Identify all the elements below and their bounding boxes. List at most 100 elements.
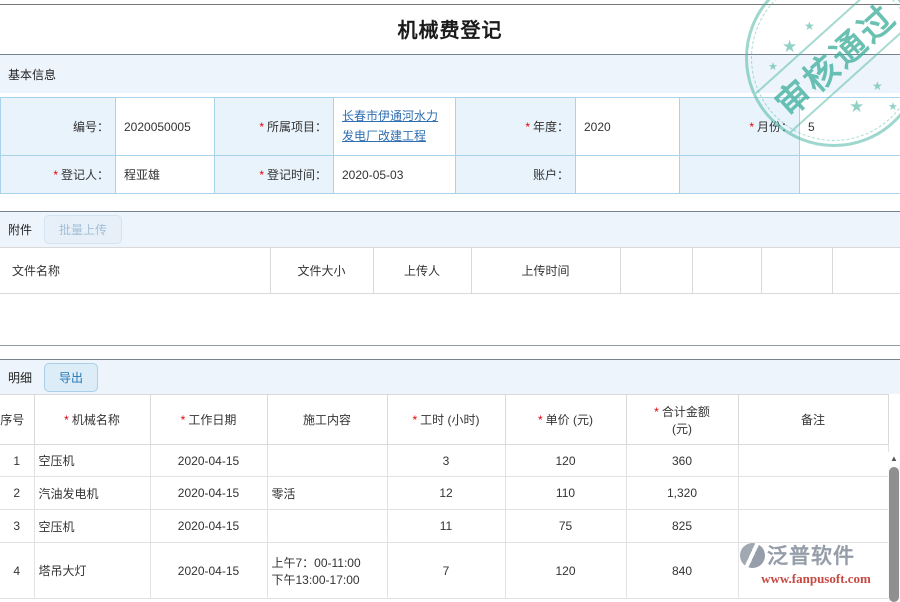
cell-workdate: 2020-04-15: [150, 543, 267, 599]
col-workdate-label: 工作日期: [188, 413, 236, 427]
cell-machine: 空压机: [34, 510, 150, 543]
cell-workdate: 2020-04-15: [150, 477, 267, 510]
attach-header-empty: [761, 248, 832, 294]
col-index: 序号: [0, 395, 34, 445]
number-label: 编号：: [73, 120, 109, 134]
export-button[interactable]: 导出: [44, 363, 98, 392]
attachments-section: 附件 批量上传 文件名称 文件大小 上传人 上传时间: [0, 211, 900, 346]
cell-content: [267, 510, 387, 543]
col-remark-label: 备注: [801, 413, 825, 427]
cell-machine: 汽油发电机: [34, 477, 150, 510]
cell-machine: 空压机: [34, 445, 150, 477]
year-label: 年度：: [533, 120, 569, 134]
cell-machine: 塔吊大灯: [34, 543, 150, 599]
cell-hours: 11: [387, 510, 505, 543]
year-value: 2020: [576, 98, 680, 156]
cell-price: 110: [505, 477, 626, 510]
regtime-value: 2020-05-03: [334, 156, 456, 194]
registrant-value: 程亚雄: [116, 156, 215, 194]
cell-remark: [738, 477, 888, 510]
project-value-cell: 长春市伊通河水力发电厂改建工程: [334, 98, 456, 156]
cell-index: 3: [0, 510, 34, 543]
col-remark: 备注: [738, 395, 888, 445]
col-workdate: *工作日期: [150, 395, 267, 445]
cell-price: 120: [505, 445, 626, 477]
cell-total: 840: [626, 543, 738, 599]
cell-content: 零活: [267, 477, 387, 510]
attach-header-empty: [692, 248, 761, 294]
cell-content: 上午7：00-11:00 下午13:00-17:00: [267, 543, 387, 599]
col-hours: *工时 (小时): [387, 395, 505, 445]
cell-price: 75: [505, 510, 626, 543]
attachments-table: 文件名称 文件大小 上传人 上传时间: [0, 247, 900, 294]
required-mark: *: [53, 168, 58, 182]
cell-workdate: 2020-04-15: [150, 510, 267, 543]
col-price: *单价 (元): [505, 395, 626, 445]
attachments-title: 附件: [8, 221, 32, 238]
attach-header-filesize: 文件大小: [270, 248, 373, 294]
year-label-cell: *年度：: [456, 98, 576, 156]
col-machine-label: 机械名称: [72, 413, 120, 427]
attachments-header: 附件 批量上传: [0, 212, 900, 247]
registrant-label-cell: *登记人：: [1, 156, 116, 194]
empty-value-cell: [800, 156, 900, 194]
col-content-label: 施工内容: [303, 413, 351, 427]
attach-header-empty: [832, 248, 900, 294]
required-mark: *: [181, 413, 186, 427]
table-row: 1 空压机 2020-04-15 3 120 360: [0, 445, 888, 477]
cell-price: 120: [505, 543, 626, 599]
cell-remark: [738, 445, 888, 477]
fanpu-logo-icon: [740, 543, 765, 568]
col-index-label: 序号: [0, 411, 24, 428]
number-label-cell: 编号：: [1, 98, 116, 156]
attach-header-filename: 文件名称: [0, 248, 270, 294]
star-icon: ★: [888, 102, 898, 113]
required-mark: *: [259, 120, 264, 134]
cell-total: 1,320: [626, 477, 738, 510]
watermark-url: www.fanpusoft.com: [740, 571, 892, 587]
vendor-watermark: 泛普软件 www.fanpusoft.com: [740, 540, 892, 587]
attach-header-uploader: 上传人: [373, 248, 471, 294]
required-mark: *: [64, 413, 69, 427]
attach-header-empty: [620, 248, 692, 294]
cell-content: [267, 445, 387, 477]
star-icon: ★: [768, 62, 778, 73]
details-title: 明细: [8, 369, 32, 386]
empty-label-cell: [680, 156, 800, 194]
required-mark: *: [259, 168, 264, 182]
col-content: 施工内容: [267, 395, 387, 445]
col-total-label: 合计金额 (元): [662, 405, 710, 436]
cell-hours: 3: [387, 445, 505, 477]
account-label: 账户：: [533, 168, 569, 182]
cell-total: 360: [626, 445, 738, 477]
batch-upload-button[interactable]: 批量上传: [44, 215, 122, 244]
regtime-label-cell: *登记时间：: [215, 156, 334, 194]
star-icon: ★: [804, 20, 815, 32]
attach-header-uploadtime: 上传时间: [471, 248, 620, 294]
project-label-cell: *所属项目：: [215, 98, 334, 156]
table-row: 3 空压机 2020-04-15 11 75 825: [0, 510, 888, 543]
scroll-up-arrow-icon[interactable]: ▲: [888, 452, 900, 466]
details-header-row: 序号 *机械名称 *工作日期 施工内容 *工时 (小时) *单价 (元) *合计…: [0, 395, 888, 445]
col-machine: *机械名称: [34, 395, 150, 445]
project-link[interactable]: 长春市伊通河水力发电厂改建工程: [342, 109, 438, 142]
required-mark: *: [538, 413, 543, 427]
cell-index: 4: [0, 543, 34, 599]
table-row: 2 汽油发电机 2020-04-15 零活 12 110 1,320: [0, 477, 888, 510]
basic-info-title: 基本信息: [8, 66, 56, 83]
cell-remark: [738, 510, 888, 543]
registrant-label: 登记人：: [61, 168, 109, 182]
cell-hours: 7: [387, 543, 505, 599]
cell-workdate: 2020-04-15: [150, 445, 267, 477]
cell-index: 1: [0, 445, 34, 477]
watermark-brand: 泛普软件: [767, 540, 855, 570]
cell-hours: 12: [387, 477, 505, 510]
col-hours-label: 工时 (小时): [420, 413, 479, 427]
cell-index: 2: [0, 477, 34, 510]
number-value: 2020050005: [116, 98, 215, 156]
regtime-label: 登记时间：: [267, 168, 327, 182]
account-value: [576, 156, 680, 194]
details-header: 明细 导出: [0, 360, 900, 394]
star-icon: ★: [849, 98, 864, 115]
star-icon: ★: [872, 80, 883, 92]
